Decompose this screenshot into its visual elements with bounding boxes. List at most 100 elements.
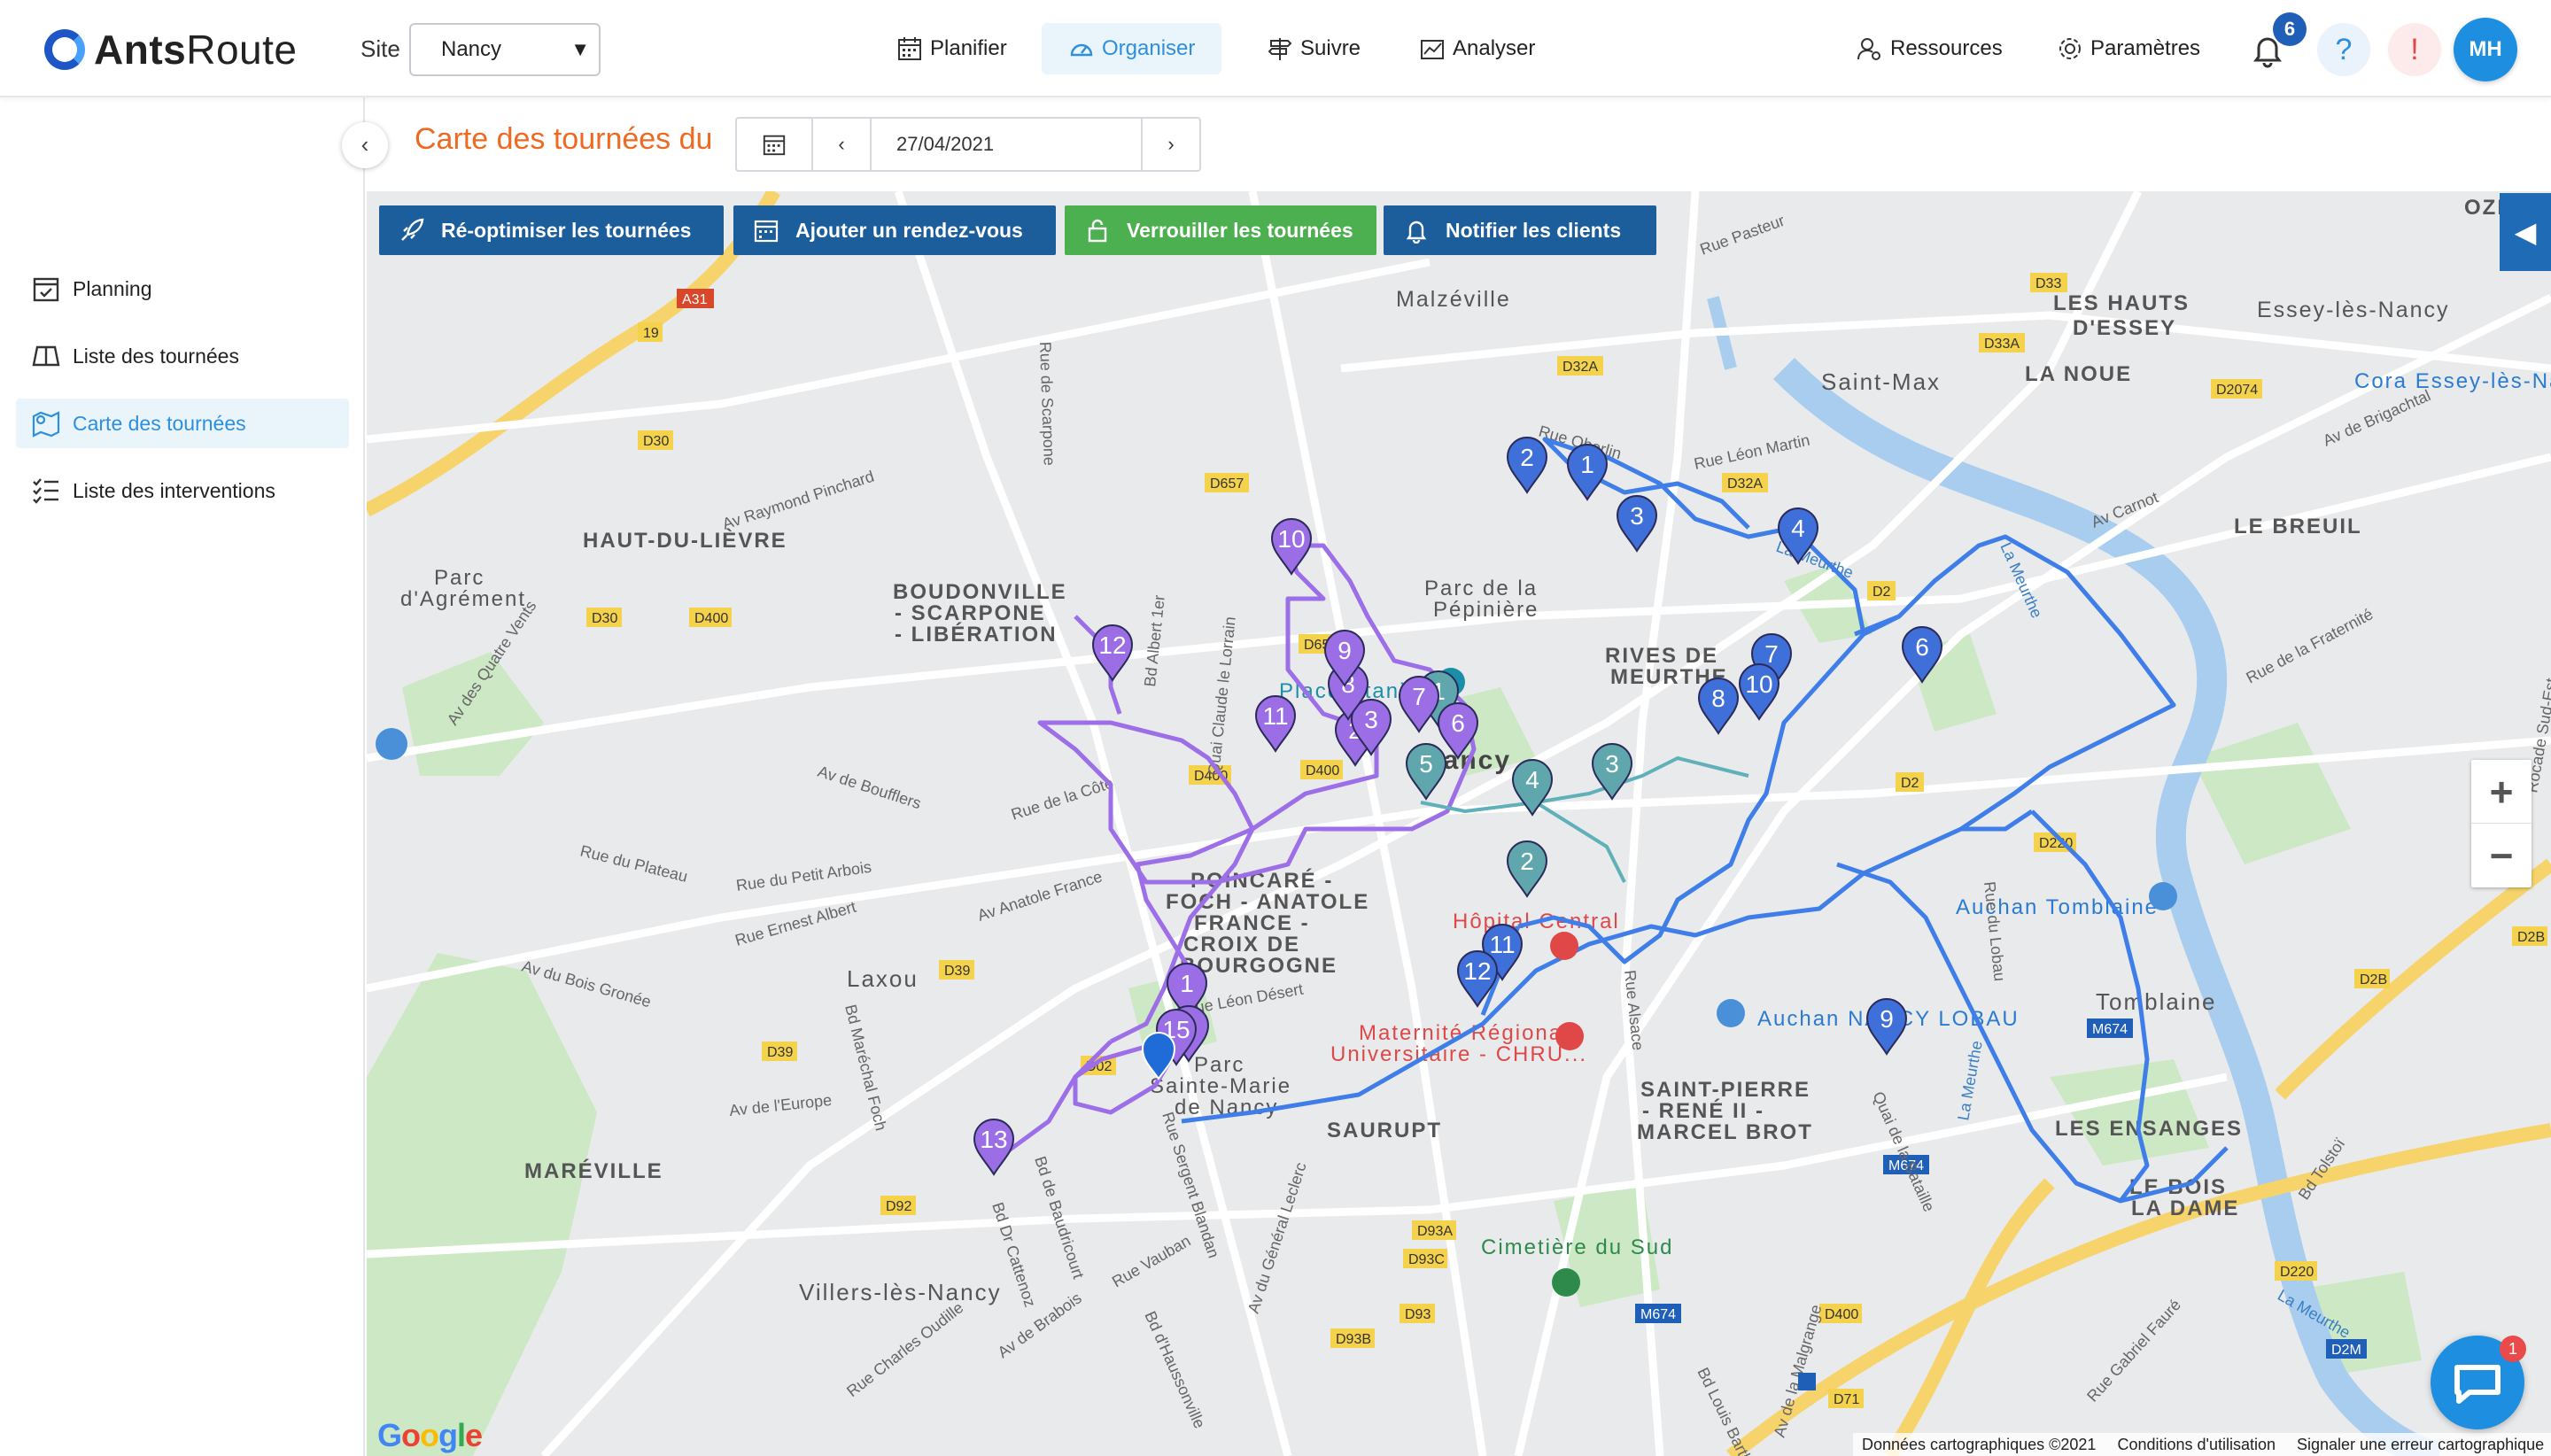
marker-label: 3 [1630, 502, 1644, 530]
marker-label: 2 [1520, 444, 1534, 471]
svg-text:D220: D220 [2280, 1265, 2314, 1280]
bell-icon [1406, 221, 1427, 244]
site-select-value: Nancy [441, 37, 502, 61]
map-book-icon [32, 345, 60, 367]
expand-panel-button[interactable]: ◀ [2500, 193, 2551, 271]
svg-text:M674: M674 [1640, 1307, 1676, 1322]
help-button[interactable]: ? [2317, 23, 2370, 76]
marker-label: 2 [1520, 848, 1534, 875]
svg-text:Parc de la: Parc de la [1424, 577, 1538, 600]
reoptimize-routes-button[interactable]: Ré-optimiser les tournées [379, 205, 724, 255]
google-logo: Google [377, 1417, 483, 1453]
marker-label: 1 [1580, 451, 1594, 478]
nav-ressources[interactable]: Ressources [1830, 23, 2029, 74]
previous-date-button[interactable]: ‹ [813, 119, 872, 170]
svg-text:Pépinière: Pépinière [1433, 598, 1539, 622]
svg-text:- SCARPONE: - SCARPONE [895, 601, 1046, 625]
nav-analyser[interactable]: Analyser [1392, 23, 1562, 74]
svg-text:- LIBÉRATION: - LIBÉRATION [895, 622, 1058, 647]
chevron-right-icon: › [1167, 133, 1175, 155]
sidebar-item-planning[interactable]: Planning [16, 264, 349, 314]
svg-text:D39: D39 [944, 964, 970, 979]
sidebar-item-carte-tournees[interactable]: Carte des tournées [16, 399, 349, 448]
svg-text:LES HAUTS: LES HAUTS [2053, 291, 2190, 315]
signpost-icon [1268, 38, 1292, 60]
svg-text:- RENÉ II -: - RENÉ II - [1642, 1098, 1764, 1123]
alert-button[interactable]: ! [2388, 23, 2441, 76]
date-calendar-button[interactable] [737, 119, 813, 170]
svg-text:RIVES DE: RIVES DE [1605, 644, 1718, 668]
marker-label: 1 [1180, 970, 1194, 997]
svg-text:Parc: Parc [1194, 1053, 1244, 1077]
terms-link[interactable]: Conditions d'utilisation [2117, 1436, 2276, 1454]
marker-label: 12 [1463, 957, 1491, 985]
svg-text:D93C: D93C [1408, 1252, 1445, 1267]
svg-text:SAINT-PIERRE: SAINT-PIERRE [1640, 1078, 1811, 1102]
checklist-icon [33, 478, 58, 504]
antsroute-logo[interactable]: AntsRoute [44, 25, 297, 74]
svg-text:Malzéville: Malzéville [1396, 287, 1511, 312]
nav-organiser[interactable]: Organiser [1042, 23, 1222, 74]
nav-ressources-label: Ressources [1890, 36, 2003, 60]
notify-clients-button[interactable]: Notifier les clients [1384, 205, 1656, 255]
route-map[interactable]: Malzéville LES HAUTS D'ESSEY Essey-lès-N… [367, 191, 2551, 1456]
page-title: Carte des tournées du [415, 122, 713, 156]
svg-text:Universitaire - CHRU...: Universitaire - CHRU... [1330, 1042, 1587, 1066]
svg-text:Cimetière du Sud: Cimetière du Sud [1481, 1235, 1673, 1259]
nav-planifier-label: Planifier [930, 36, 1007, 60]
shopping-cart-icon [1717, 999, 1745, 1027]
collapse-sidebar-button[interactable]: ‹ [342, 122, 388, 168]
notify-clients-label: Notifier les clients [1446, 218, 1622, 242]
report-error-link[interactable]: Signaler une erreur cartographique [2297, 1436, 2544, 1454]
user-avatar[interactable]: MH [2454, 18, 2517, 81]
chat-badge: 1 [2500, 1336, 2526, 1362]
date-picker: ‹ 27/04/2021 › [735, 117, 1201, 172]
lock-icon [1088, 219, 1107, 243]
svg-text:LE BREUIL: LE BREUIL [2234, 515, 2362, 538]
triangle-left-icon: ◀ [2514, 216, 2537, 248]
svg-text:D2B: D2B [2360, 972, 2387, 987]
hospital-icon [1550, 932, 1578, 960]
svg-text:D657: D657 [1210, 476, 1244, 492]
map-footer: Données cartographiques ©2021 Conditions… [1853, 1433, 2551, 1456]
svg-text:D39: D39 [767, 1045, 793, 1060]
nav-planifier[interactable]: Planifier [870, 23, 1034, 74]
map-pin-icon [32, 411, 60, 438]
marker-label: 12 [1098, 631, 1126, 659]
marker-label: 4 [1525, 766, 1539, 794]
chevron-left-icon: ‹ [838, 133, 845, 155]
svg-text:D93: D93 [1405, 1307, 1431, 1322]
svg-text:D2074: D2074 [2216, 383, 2258, 398]
site-select[interactable]: Nancy ▼ [409, 23, 601, 76]
date-input[interactable]: 27/04/2021 [872, 119, 1143, 170]
svg-text:D'ESSEY: D'ESSEY [2073, 316, 2176, 340]
sidebar-item-liste-tournees[interactable]: Liste des tournées [16, 331, 349, 381]
svg-text:HAUT-DU-LIÈVRE: HAUT-DU-LIÈVRE [583, 528, 787, 553]
logo-text: AntsRoute [94, 27, 298, 73]
sidebar-item-label: Liste des tournées [73, 344, 239, 368]
marker-label: 11 [1262, 702, 1288, 730]
svg-text:BOUDONVILLE: BOUDONVILLE [893, 580, 1067, 604]
lock-routes-button[interactable]: Verrouiller les tournées [1065, 205, 1376, 255]
zoom-out-button[interactable]: − [2471, 824, 2532, 887]
zoom-control: + − [2471, 760, 2532, 887]
svg-text:D33: D33 [2035, 276, 2061, 291]
top-bar: AntsRoute Site Nancy ▼ Planifier Organis… [0, 0, 2551, 97]
sidebar-item-label: Liste des interventions [73, 478, 275, 502]
sidebar-item-label: Planning [73, 276, 152, 300]
svg-text:D2B: D2B [2517, 930, 2545, 945]
nav-parametres[interactable]: Paramètres [2030, 23, 2227, 74]
nav-suivre[interactable]: Suivre [1240, 23, 1387, 74]
next-date-button[interactable]: › [1143, 119, 1199, 170]
sidebar-item-liste-interventions[interactable]: Liste des interventions [16, 466, 349, 515]
map-canvas: Malzéville LES HAUTS D'ESSEY Essey-lès-N… [367, 191, 2551, 1456]
marker-label: 7 [1764, 640, 1779, 668]
marker-label: 7 [1412, 683, 1426, 710]
svg-text:D30: D30 [592, 611, 617, 626]
svg-text:LA DAME: LA DAME [2131, 1197, 2239, 1220]
zoom-in-button[interactable]: + [2471, 760, 2532, 824]
add-appointment-button[interactable]: Ajouter un rendez-vous [733, 205, 1056, 255]
sidebar: Planning Liste des tournées Carte des to… [0, 97, 365, 1456]
notification-count-badge: 6 [2273, 12, 2307, 46]
marker-label: 3 [1605, 750, 1619, 778]
